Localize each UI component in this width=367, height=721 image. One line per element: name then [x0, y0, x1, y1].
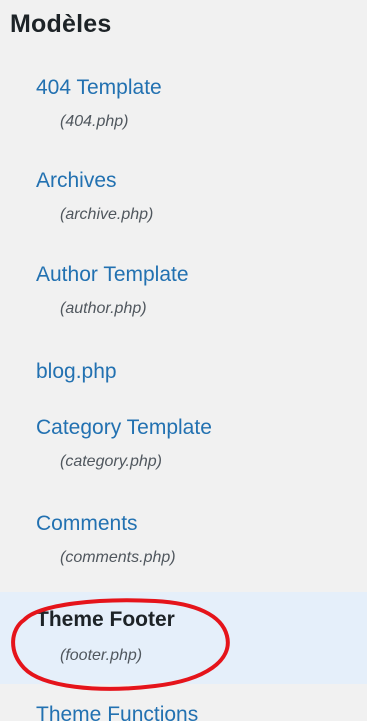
template-item-category: Category Template (category.php)	[0, 410, 367, 490]
template-link-archives[interactable]: Archives	[36, 169, 117, 193]
template-link-author[interactable]: Author Template	[36, 263, 189, 287]
template-file-archives: (archive.php)	[60, 206, 154, 223]
templates-sidebar: Modèles 404 Template (404.php) Archives …	[0, 0, 367, 721]
template-item-archives: Archives (archive.php)	[0, 163, 367, 243]
template-file-comments: (comments.php)	[60, 549, 176, 566]
template-file-404: (404.php)	[60, 113, 129, 130]
template-link-functions[interactable]: Theme Functions	[36, 703, 198, 721]
template-item-footer: Theme Footer (footer.php)	[0, 592, 367, 684]
template-link-blog[interactable]: blog.php	[36, 360, 117, 384]
template-list: 404 Template (404.php) Archives (archive…	[0, 0, 367, 721]
template-file-category: (category.php)	[60, 453, 162, 470]
template-item-blog: blog.php	[0, 354, 367, 398]
template-link-404[interactable]: 404 Template	[36, 76, 162, 100]
template-item-functions: Theme Functions	[0, 694, 367, 721]
template-link-category[interactable]: Category Template	[36, 416, 212, 440]
template-item-404: 404 Template (404.php)	[0, 70, 367, 150]
template-link-comments[interactable]: Comments	[36, 512, 138, 536]
template-file-footer: (footer.php)	[60, 647, 143, 664]
template-file-author: (author.php)	[60, 300, 147, 317]
template-link-footer[interactable]: Theme Footer	[36, 608, 175, 632]
template-item-author: Author Template (author.php)	[0, 257, 367, 337]
template-item-comments: Comments (comments.php)	[0, 506, 367, 586]
